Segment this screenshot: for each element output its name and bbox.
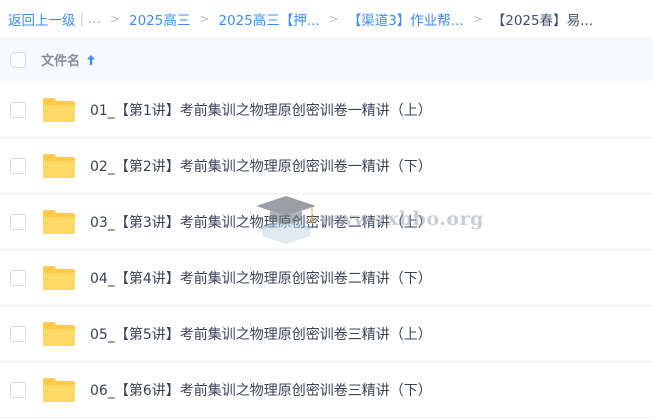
file-name[interactable]: 01_【第1讲】考前集训之物理原创密训卷一精讲（上） xyxy=(90,100,432,120)
file-name[interactable]: 05_【第5讲】考前集训之物理原创密训卷三精讲（上） xyxy=(90,324,432,344)
row-checkbox[interactable] xyxy=(10,381,26,398)
file-name[interactable]: 06_【第6讲】考前集训之物理原创密训卷三精讲（下） xyxy=(90,380,432,400)
file-name[interactable]: 03_【第3讲】考前集训之物理原创密训卷二精讲（上） xyxy=(90,212,432,232)
folder-icon xyxy=(43,97,75,122)
row-checkbox[interactable] xyxy=(10,157,26,174)
file-row[interactable]: 05_【第5讲】考前集训之物理原创密训卷三精讲（上） xyxy=(0,306,653,362)
file-name[interactable]: 04_【第4讲】考前集训之物理原创密训卷二精讲（下） xyxy=(90,268,432,288)
column-name-label: 文件名 xyxy=(41,54,81,69)
folder-icon xyxy=(43,265,75,290)
file-row[interactable]: 02_【第2讲】考前集训之物理原创密训卷一精讲（下） xyxy=(0,138,653,194)
file-row[interactable]: 03_【第3讲】考前集训之物理原创密训卷二精讲（上） xyxy=(0,194,653,250)
row-checkbox[interactable] xyxy=(10,269,26,286)
breadcrumb: 返回上一级 | ... > 2025高三 > 2025高三【押... > 【渠道… xyxy=(0,0,653,37)
file-name[interactable]: 02_【第2讲】考前集训之物理原创密训卷一精讲（下） xyxy=(90,156,432,176)
folder-icon xyxy=(43,321,75,346)
breadcrumb-item[interactable]: 2025高三 xyxy=(129,9,190,29)
chevron-right-icon: > xyxy=(199,11,210,26)
folder-icon xyxy=(43,153,75,178)
folder-icon xyxy=(43,209,75,234)
folder-icon xyxy=(43,377,75,402)
breadcrumb-item[interactable]: 【渠道3】作业帮... xyxy=(348,9,464,29)
chevron-right-icon: > xyxy=(472,11,483,26)
file-list-header: 文件名 xyxy=(0,37,653,82)
row-checkbox[interactable] xyxy=(10,101,26,118)
row-checkbox[interactable] xyxy=(10,325,26,342)
breadcrumb-current: 【2025春】易... xyxy=(491,12,593,29)
row-checkbox[interactable] xyxy=(10,213,26,230)
breadcrumb-item[interactable]: 2025高三【押... xyxy=(218,9,319,29)
breadcrumb-divider: | xyxy=(79,10,85,27)
chevron-right-icon: > xyxy=(109,11,120,26)
file-row[interactable]: 01_【第1讲】考前集训之物理原创密训卷一精讲（上） xyxy=(0,82,653,138)
file-row[interactable]: 06_【第6讲】考前集训之物理原创密训卷三精讲（下） xyxy=(0,362,653,418)
select-all-checkbox[interactable] xyxy=(10,51,26,68)
breadcrumb-ellipsis[interactable]: ... xyxy=(88,11,101,27)
arrow-up-icon xyxy=(87,54,96,65)
file-row[interactable]: 04_【第4讲】考前集训之物理原创密训卷二精讲（下） xyxy=(0,250,653,306)
sort-by-name-button[interactable]: 文件名 xyxy=(41,50,96,69)
back-link[interactable]: 返回上一级 xyxy=(8,9,76,29)
chevron-right-icon: > xyxy=(328,11,339,26)
file-list: 01_【第1讲】考前集训之物理原创密训卷一精讲（上） 02_【第2讲】考前集训之… xyxy=(0,82,653,418)
